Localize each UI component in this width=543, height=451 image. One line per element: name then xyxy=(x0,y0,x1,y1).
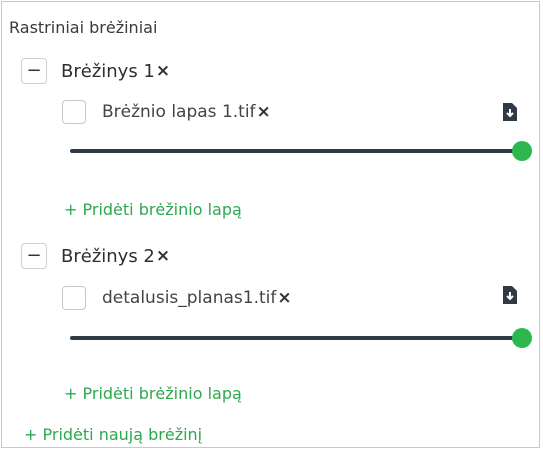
download-document-icon[interactable] xyxy=(503,103,517,121)
sheet-row: detalusis_planas1.tif × xyxy=(62,283,292,313)
sheet-file-name: detalusis_planas1.tif xyxy=(102,288,277,308)
sheet-checkbox[interactable] xyxy=(62,100,86,124)
group-header: − Brėžinys 2 × xyxy=(21,241,170,271)
group-name: Brėžinys 1 xyxy=(61,60,155,82)
add-sheet-link[interactable]: + Pridėti brėžinio lapą xyxy=(64,200,242,219)
remove-sheet-icon[interactable]: × xyxy=(257,102,271,122)
slider-thumb[interactable] xyxy=(512,328,532,348)
section-title: Rastriniai brėžiniai xyxy=(9,18,158,37)
slider-track xyxy=(70,149,522,153)
collapse-group-button[interactable]: − xyxy=(21,243,47,269)
slider-thumb[interactable] xyxy=(512,141,532,161)
remove-sheet-icon[interactable]: × xyxy=(277,288,291,308)
download-document-icon[interactable] xyxy=(503,286,517,304)
opacity-slider[interactable] xyxy=(70,328,532,348)
add-sheet-link[interactable]: + Pridėti brėžinio lapą xyxy=(64,384,242,403)
sheet-row: Brėžnio lapas 1.tif × xyxy=(62,97,271,127)
opacity-slider[interactable] xyxy=(70,141,532,161)
group-name: Brėžinys 2 xyxy=(61,245,155,267)
slider-track xyxy=(70,336,522,340)
remove-group-icon[interactable]: × xyxy=(156,61,170,81)
sheet-checkbox[interactable] xyxy=(62,286,86,310)
group-header: − Brėžinys 1 × xyxy=(21,56,170,86)
collapse-group-button[interactable]: − xyxy=(21,58,47,84)
add-drawing-link[interactable]: + Pridėti naują brėžinį xyxy=(24,425,202,444)
remove-group-icon[interactable]: × xyxy=(156,246,170,266)
sheet-file-name: Brėžnio lapas 1.tif xyxy=(102,102,256,122)
